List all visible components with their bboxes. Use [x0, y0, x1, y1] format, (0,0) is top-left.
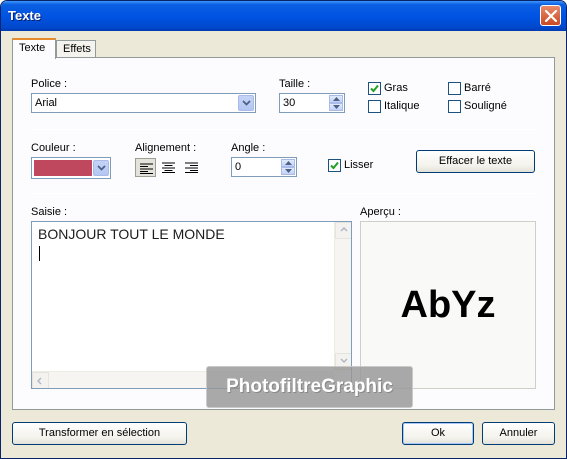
angle-down-button[interactable]	[281, 167, 295, 175]
smooth-checkbox[interactable]	[328, 159, 341, 172]
chevron-down-icon	[242, 100, 251, 106]
watermark: PhotofiltreGraphic	[206, 366, 413, 408]
tab-texte[interactable]: Texte	[12, 38, 56, 59]
underline-label: Souligné	[464, 100, 507, 112]
size-up-button[interactable]	[329, 95, 343, 103]
preview-box: AbYz	[360, 221, 536, 389]
separator	[31, 193, 536, 194]
smooth-label: Lisser	[344, 159, 374, 171]
arrow-down-icon	[333, 105, 340, 109]
text-input-area[interactable]: BONJOUR TOUT LE MONDE	[31, 221, 352, 389]
angle-up-button[interactable]	[281, 159, 295, 167]
color-label: Couleur :	[31, 142, 76, 154]
alignment-label: Alignement :	[135, 142, 197, 154]
scroll-left-button[interactable]	[32, 372, 49, 388]
strike-checkbox[interactable]	[448, 82, 461, 95]
arrow-up-icon	[340, 227, 348, 232]
strike-label: Barré	[464, 82, 491, 94]
angle-value: 0	[235, 161, 242, 173]
font-select[interactable]: Arial	[31, 93, 256, 113]
clear-text-button[interactable]: Effacer le texte	[416, 150, 535, 173]
checkmark-icon	[330, 161, 339, 170]
preview-label: Aperçu :	[360, 206, 401, 218]
arrow-up-icon	[333, 97, 340, 101]
angle-label: Angle :	[231, 142, 266, 154]
size-label: Taille :	[279, 78, 311, 90]
ok-button[interactable]: Ok	[402, 422, 474, 445]
bold-label: Gras	[384, 82, 408, 94]
align-right-icon	[185, 162, 198, 173]
align-left-button[interactable]	[135, 158, 156, 177]
vertical-scrollbar[interactable]	[334, 222, 351, 370]
arrow-down-icon	[285, 169, 292, 173]
window-title: Texte	[8, 8, 41, 23]
tab-panel: Police : Arial Taille : 30 Gras Italique…	[12, 57, 555, 410]
input-text: BONJOUR TOUT LE MONDE	[38, 226, 225, 242]
close-button[interactable]	[540, 5, 561, 26]
color-swatch	[34, 160, 92, 176]
align-left-icon	[140, 163, 153, 174]
transform-selection-button[interactable]: Transformer en sélection	[12, 422, 187, 445]
preview-sample: AbYz	[400, 284, 496, 326]
text-dialog: Texte Texte Effets Police : Arial Taille…	[0, 0, 567, 459]
italic-label: Italique	[384, 100, 420, 112]
underline-checkbox[interactable]	[448, 100, 461, 113]
separator	[31, 129, 536, 130]
align-center-button[interactable]	[158, 158, 179, 177]
arrow-up-icon	[285, 161, 292, 165]
italic-checkbox[interactable]	[368, 100, 381, 113]
font-label: Police :	[31, 78, 68, 90]
arrow-down-icon	[340, 358, 348, 363]
color-dropdown-button[interactable]	[93, 160, 109, 176]
text-caret	[39, 246, 40, 261]
size-spinner[interactable]: 30	[279, 93, 345, 113]
color-select[interactable]	[31, 157, 111, 179]
title-bar: Texte	[1, 1, 566, 31]
font-dropdown-button[interactable]	[238, 95, 254, 111]
arrow-left-icon	[37, 377, 42, 385]
checkmark-icon	[370, 84, 379, 93]
font-value: Arial	[35, 97, 58, 109]
cancel-button[interactable]: Annuler	[482, 422, 555, 445]
bold-checkbox[interactable]	[368, 82, 381, 95]
close-icon	[545, 10, 557, 22]
size-value: 30	[283, 97, 296, 109]
align-right-button[interactable]	[181, 158, 202, 177]
chevron-down-icon	[97, 165, 106, 171]
input-label: Saisie :	[31, 206, 68, 218]
scroll-up-button[interactable]	[335, 222, 351, 239]
tab-effets[interactable]: Effets	[56, 40, 96, 58]
size-down-button[interactable]	[329, 103, 343, 111]
align-center-icon	[162, 162, 175, 173]
angle-spinner[interactable]: 0	[231, 157, 297, 177]
